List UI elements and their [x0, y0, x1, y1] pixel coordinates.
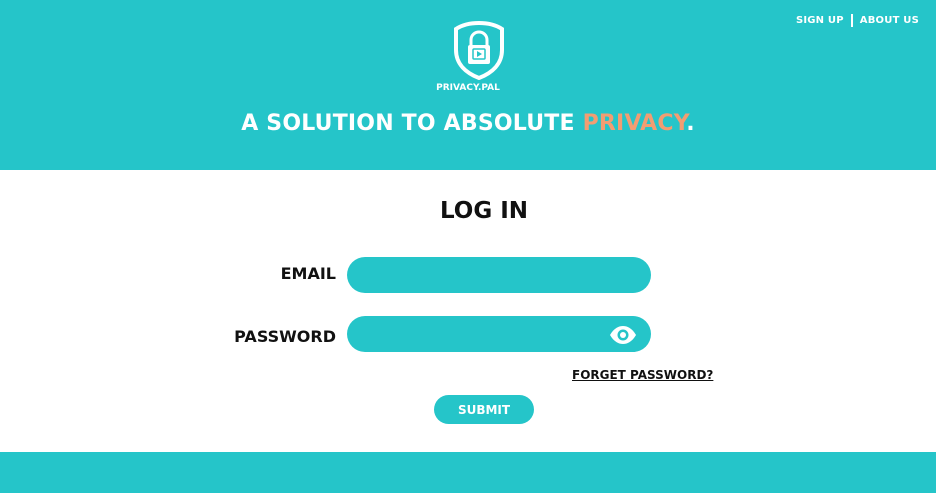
tagline-text: A SOLUTION TO ABSOLUTE [241, 111, 583, 136]
password-field[interactable] [347, 316, 651, 352]
eye-icon[interactable] [608, 325, 638, 345]
header-banner: SIGN UP ABOUT US PRIVACY.PAL A SOLUTION … [0, 0, 936, 170]
nav-divider [850, 14, 853, 27]
login-title: LOG IN [439, 198, 529, 224]
footer-bar [0, 452, 936, 493]
password-label: PASSWORD [234, 327, 336, 346]
tagline-accent: PRIVACY [582, 111, 687, 136]
email-label: EMAIL [280, 264, 336, 283]
submit-button[interactable]: SUBMIT [434, 395, 534, 424]
tagline: A SOLUTION TO ABSOLUTE PRIVACY. [0, 111, 936, 136]
email-field[interactable] [347, 257, 651, 293]
forgot-password-link[interactable]: FORGET PASSWORD? [572, 368, 713, 382]
shield-lock-icon [454, 20, 504, 80]
tagline-end: . [686, 111, 695, 136]
about-us-link[interactable]: ABOUT US [860, 15, 919, 26]
top-nav: SIGN UP ABOUT US [796, 14, 919, 27]
brand-name: PRIVACY.PAL [436, 83, 500, 93]
sign-up-link[interactable]: SIGN UP [796, 15, 844, 26]
